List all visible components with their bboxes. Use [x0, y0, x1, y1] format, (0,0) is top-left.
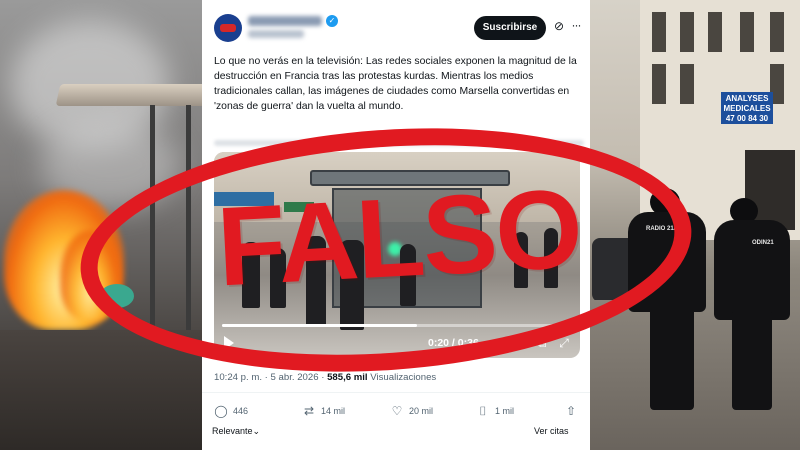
heart-icon: ♡ [391, 404, 403, 418]
like-count: 20 mil [409, 406, 434, 416]
share-icon: ⇧ [565, 404, 577, 418]
avatar[interactable] [214, 14, 242, 42]
reply-count: 446 [233, 406, 249, 416]
like-button[interactable]: ♡ 20 mil [390, 404, 433, 418]
views-count: 585,6 mil [327, 372, 368, 383]
repost-button[interactable]: ⇄ 14 mil [302, 404, 345, 418]
window [680, 12, 694, 52]
medical-analysis-sign: ANALYSES MEDICALES 47 00 84 30 [721, 92, 773, 124]
see-quotes-link[interactable]: Ver citas [534, 426, 569, 436]
divider [202, 392, 590, 393]
repost-count: 14 mil [321, 406, 346, 416]
window [740, 12, 754, 52]
account-handle-blurred[interactable] [248, 30, 304, 38]
window [652, 64, 666, 104]
tweet-text: Lo que no verás en la televisión: Las re… [214, 56, 577, 112]
tweet-actions: ◯ 446 ⇄ 14 mil ♡ 20 mil ⌷ 1 mil ⇧ [214, 404, 580, 420]
window [680, 64, 694, 104]
tweet-timestamp[interactable]: 10:24 p. m. · 5 abr. 2026 · [214, 372, 327, 383]
grok-icon[interactable]: ⊘ [552, 19, 566, 33]
share-button[interactable]: ⇧ [564, 404, 583, 418]
bookmark-count: 1 mil [495, 406, 515, 416]
subscribe-button[interactable]: Suscribirse [474, 16, 546, 40]
reply-button[interactable]: ◯ 446 [214, 404, 248, 418]
tweet-meta: 10:24 p. m. · 5 abr. 2026 · 585,6 mil Vi… [214, 372, 436, 383]
police-officer-legs [732, 310, 772, 410]
window [652, 12, 666, 52]
more-options-icon[interactable]: ··· [568, 18, 584, 32]
account-name-blurred[interactable] [248, 16, 322, 26]
police-officer [714, 220, 790, 320]
reply-icon: ◯ [214, 404, 228, 418]
officer-tag: ODIN21 [752, 240, 774, 246]
sort-relevant-dropdown[interactable]: Relevante⌄ [212, 426, 260, 437]
window [708, 12, 722, 52]
bus-shelter-roof [55, 84, 211, 106]
verified-badge-icon: ✓ [326, 15, 338, 27]
window [770, 12, 784, 52]
tweet-header: ✓ Suscribirse ⊘ ··· [202, 6, 590, 46]
chevron-down-icon: ⌄ [252, 426, 261, 436]
relevant-label: Relevante [212, 426, 253, 436]
repost-icon: ⇄ [303, 404, 315, 418]
police-officer-legs [650, 300, 694, 410]
bookmark-button[interactable]: ⌷ 1 mil [476, 404, 514, 418]
views-label: Visualizaciones [367, 372, 437, 383]
fact-check-stamp-text: FALSO [214, 165, 584, 310]
bookmark-icon: ⌷ [479, 404, 487, 418]
